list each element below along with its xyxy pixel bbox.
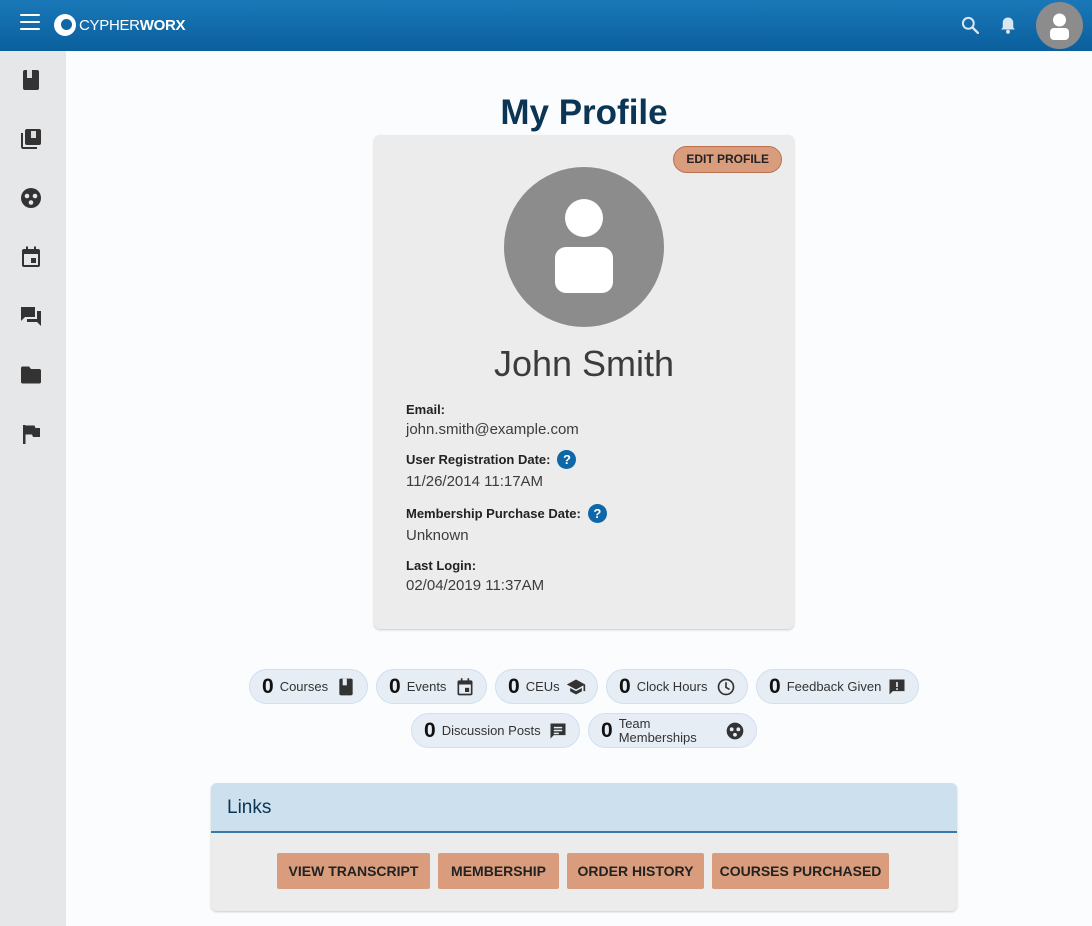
profile-avatar bbox=[504, 167, 664, 327]
email-section: Email: john.smith@example.com bbox=[406, 402, 579, 438]
membership-section: Membership Purchase Date: ? Unknown bbox=[406, 504, 607, 544]
clock-icon bbox=[717, 678, 735, 696]
email-label: Email: bbox=[406, 402, 446, 417]
registration-date: 11/26/2014 11:17AM bbox=[406, 473, 544, 490]
sidebar-flag-icon[interactable] bbox=[19, 422, 43, 446]
graduation-cap-icon bbox=[566, 679, 586, 695]
stat-label: CEUs bbox=[525, 678, 560, 694]
stat-ceus[interactable]: 0 CEUs bbox=[495, 669, 598, 704]
logo-text: CYPHERWORX bbox=[79, 16, 186, 34]
stat-count: 0 bbox=[389, 674, 401, 698]
bell-icon[interactable] bbox=[999, 15, 1017, 35]
cypherworx-logo[interactable]: CYPHERWORX bbox=[54, 14, 185, 36]
order-history-button[interactable]: ORDER HISTORY bbox=[567, 853, 704, 889]
calendar-icon bbox=[457, 678, 473, 696]
stat-count: 0 bbox=[262, 674, 274, 698]
membership-label-text: Membership Purchase Date: bbox=[406, 506, 581, 521]
stat-label: Courses bbox=[279, 678, 329, 694]
menu-icon[interactable] bbox=[20, 14, 40, 30]
sidebar-calendar-icon[interactable] bbox=[19, 245, 43, 269]
stat-label-line2: Memberships bbox=[618, 729, 697, 745]
page-title: My Profile bbox=[500, 93, 668, 132]
last-login-value: 02/04/2019 11:37AM bbox=[406, 577, 545, 594]
last-login-label: Last Login: bbox=[406, 558, 477, 573]
links-panel: Links VIEW TRANSCRIPT MEMBERSHIP ORDER H… bbox=[211, 783, 957, 911]
sidebar bbox=[0, 51, 66, 926]
stat-team-memberships[interactable]: 0 Team Memberships bbox=[588, 713, 757, 748]
stat-label: Team Memberships bbox=[618, 715, 697, 745]
registration-label-text: User Registration Date: bbox=[406, 452, 551, 467]
top-bar: CYPHERWORX bbox=[0, 0, 1092, 51]
edit-profile-button[interactable]: EDIT PROFILE bbox=[673, 146, 782, 173]
sidebar-forum-icon[interactable] bbox=[19, 304, 43, 328]
links-title: Links bbox=[211, 783, 957, 833]
membership-label: Membership Purchase Date: ? bbox=[406, 504, 607, 523]
stat-events[interactable]: 0 Events bbox=[376, 669, 487, 704]
stat-feedback-given[interactable]: 0 Feedback Given bbox=[756, 669, 919, 704]
sidebar-courses-book-icon[interactable] bbox=[19, 68, 43, 92]
stat-label: Discussion Posts bbox=[441, 722, 541, 738]
registration-help-icon[interactable]: ? bbox=[557, 450, 577, 469]
book-icon bbox=[339, 678, 353, 696]
stat-count: 0 bbox=[508, 674, 520, 698]
person-icon bbox=[555, 199, 613, 293]
stat-count: 0 bbox=[769, 674, 781, 698]
person-icon bbox=[1050, 13, 1069, 40]
stat-label: Events bbox=[406, 678, 447, 694]
stat-label: Feedback Given bbox=[786, 678, 882, 694]
membership-date: Unknown bbox=[406, 527, 469, 544]
chat-icon bbox=[550, 723, 566, 739]
courses-purchased-button[interactable]: COURSES PURCHASED bbox=[712, 853, 889, 889]
registration-section: User Registration Date: ? 11/26/2014 11:… bbox=[406, 450, 577, 490]
user-avatar[interactable] bbox=[1036, 2, 1083, 49]
stat-label-line1: Team bbox=[618, 715, 651, 731]
search-icon[interactable] bbox=[960, 15, 980, 35]
membership-help-icon[interactable]: ? bbox=[587, 504, 607, 523]
team-icon bbox=[726, 722, 744, 740]
sidebar-folder-icon[interactable] bbox=[19, 363, 43, 387]
logo-mark-icon bbox=[54, 14, 76, 36]
profile-name: John Smith bbox=[493, 343, 675, 384]
stat-count: 0 bbox=[601, 718, 613, 742]
stat-discussion-posts[interactable]: 0 Discussion Posts bbox=[411, 713, 580, 748]
view-transcript-button[interactable]: VIEW TRANSCRIPT bbox=[277, 853, 430, 889]
membership-button[interactable]: MEMBERSHIP bbox=[438, 853, 559, 889]
last-login-section: Last Login: 02/04/2019 11:37AM bbox=[406, 558, 544, 594]
profile-card: EDIT PROFILE John Smith Email: john.smit… bbox=[374, 135, 794, 629]
stat-clock-hours[interactable]: 0 Clock Hours bbox=[606, 669, 748, 704]
sidebar-team-icon[interactable] bbox=[19, 186, 43, 210]
feedback-icon bbox=[889, 679, 905, 695]
sidebar-library-icon[interactable] bbox=[19, 127, 43, 151]
stat-label: Clock Hours bbox=[636, 678, 708, 694]
email-value: john.smith@example.com bbox=[406, 421, 579, 438]
stat-count: 0 bbox=[424, 718, 436, 742]
stat-courses[interactable]: 0 Courses bbox=[249, 669, 368, 704]
stat-count: 0 bbox=[619, 674, 631, 698]
registration-label: User Registration Date: ? bbox=[406, 450, 577, 469]
